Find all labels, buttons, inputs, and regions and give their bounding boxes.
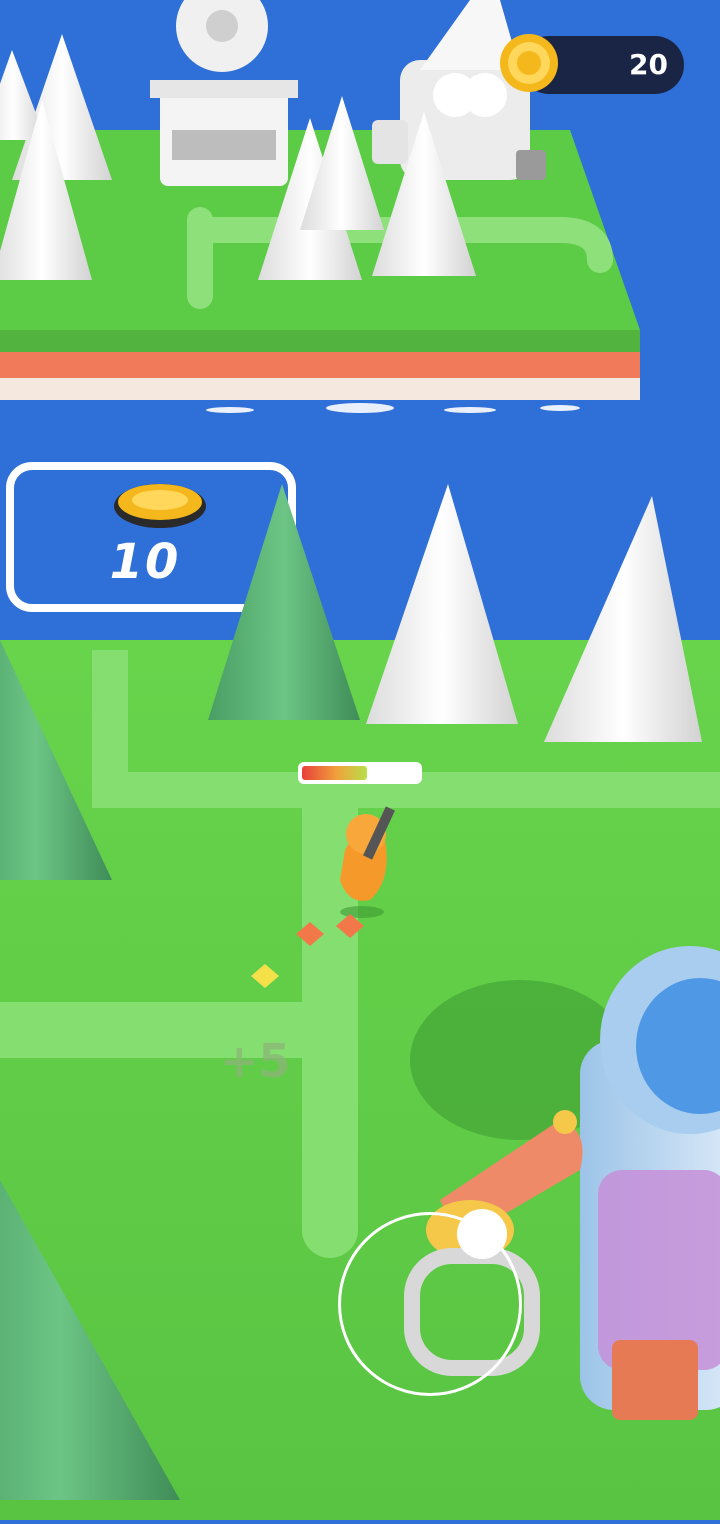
coin-counter: 20 [500,34,684,94]
floating-gain-text: +5 [220,1034,291,1088]
health-bar-fill [302,766,367,780]
purchase-pad-price: 10 [109,534,181,590]
joystick-knob[interactable] [457,1209,507,1259]
player-health-bar [298,762,422,784]
gold-coin-icon [114,484,206,528]
gold-coin-icon [500,34,558,92]
virtual-joystick[interactable] [338,1209,522,1396]
coin-count: 20 [629,48,668,81]
